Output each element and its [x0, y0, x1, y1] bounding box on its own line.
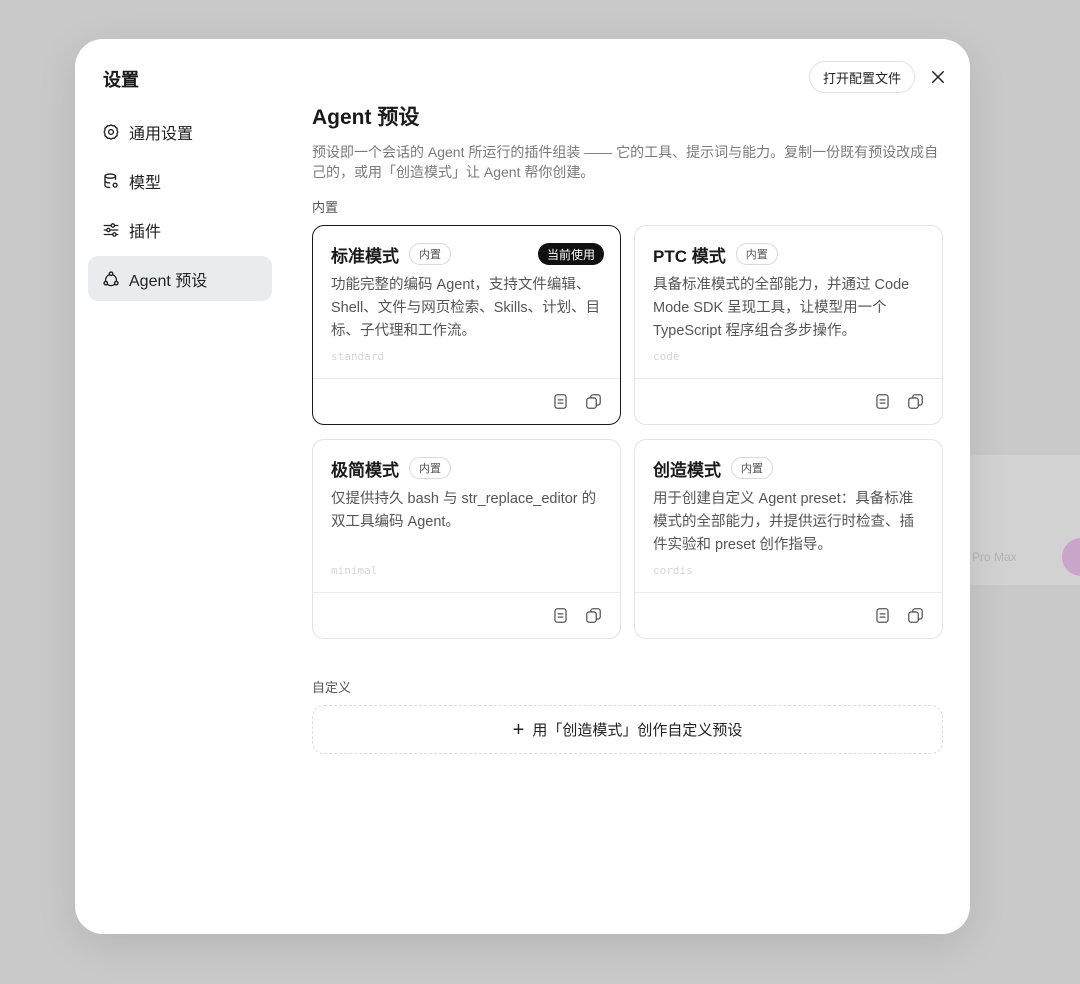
open-config-file-button[interactable]: 打开配置文件	[809, 61, 916, 93]
page-description: 预设即一个会话的 Agent 所运行的插件组装 —— 它的工具、提示词与能力。复…	[312, 144, 939, 180]
preset-description: 具备标准模式的全部能力，并通过 Code Mode SDK 呈现工具，让模型用一…	[653, 277, 910, 339]
page-title: Agent 预设	[312, 106, 420, 129]
builtin-section-label: 内置	[312, 200, 339, 215]
view-document-icon[interactable]	[873, 606, 892, 625]
database-icon	[102, 172, 120, 190]
builtin-tag: 内置	[409, 457, 451, 479]
sidebar-item-models[interactable]: 模型	[88, 158, 272, 203]
sidebar-item-plugins[interactable]: 插件	[88, 207, 272, 252]
preset-description: 功能完整的编码 Agent，支持文件编辑、Shell、文件与网页检索、Skill…	[331, 277, 601, 339]
sidebar-item-general[interactable]: 通用设置	[88, 109, 272, 154]
sidebar-item-agent-presets[interactable]: Agent 预设	[88, 256, 272, 301]
preset-title: 标准模式	[331, 246, 399, 266]
card-divider	[635, 592, 942, 593]
builtin-tag: 内置	[735, 243, 778, 265]
sidebar-item-label: 通用设置	[129, 125, 194, 143]
sidebar-title: 设置	[103, 70, 139, 90]
preset-title: 创造模式	[653, 460, 721, 480]
background-model-label: Pro Max	[972, 550, 1017, 564]
card-divider	[635, 378, 942, 379]
preset-card-standard[interactable]: 标准模式 内置 当前使用 功能完整的编码 Agent，支持文件编辑、Shell、…	[312, 225, 621, 425]
preset-card-minimal[interactable]: 极简模式 内置 仅提供持久 bash 与 str_replace_editor …	[312, 439, 621, 639]
preset-id: code	[653, 350, 680, 363]
copy-icon[interactable]	[584, 392, 603, 411]
preset-card-ptc[interactable]: PTC 模式 内置 具备标准模式的全部能力，并通过 Code Mode SDK …	[634, 225, 943, 425]
preset-id: cordis	[653, 564, 693, 577]
view-document-icon[interactable]	[551, 392, 570, 411]
preset-title: PTC 模式	[653, 246, 726, 266]
preset-card-creator[interactable]: 创造模式 内置 用于创建自定义 Agent preset：具备标准模式的全部能力…	[634, 439, 943, 639]
copy-icon[interactable]	[906, 606, 925, 625]
current-in-use-badge: 当前使用	[537, 243, 604, 265]
builtin-tag: 内置	[731, 457, 773, 479]
preset-id: standard	[331, 350, 384, 363]
copy-icon[interactable]	[584, 606, 603, 625]
preset-description: 用于创建自定义 Agent preset：具备标准模式的全部能力，并提供运行时检…	[653, 491, 914, 553]
create-button-label: 用「创造模式」创作自定义预设	[532, 722, 743, 739]
preset-id: minimal	[331, 564, 378, 577]
preset-title: 极简模式	[331, 460, 399, 480]
sidebar-item-label: Agent 预设	[129, 272, 208, 290]
custom-section-label: 自定义	[312, 680, 352, 695]
sidebar-item-label: 插件	[129, 223, 162, 241]
agent-icon	[102, 270, 120, 288]
view-document-icon[interactable]	[873, 392, 892, 411]
sliders-icon	[102, 221, 120, 239]
gear-icon	[102, 123, 120, 141]
background-panel	[960, 455, 1080, 585]
close-icon[interactable]	[927, 66, 949, 88]
builtin-tag: 内置	[409, 243, 451, 265]
plus-icon: +	[512, 718, 525, 741]
create-custom-preset-button[interactable]: + 用「创造模式」创作自定义预设	[312, 705, 943, 754]
copy-icon[interactable]	[906, 392, 925, 411]
view-document-icon[interactable]	[551, 606, 570, 625]
card-divider	[313, 378, 620, 379]
settings-dialog: 设置 通用设置 模型 插件 Agent 预设 打开配置文件 Agent 预设 预…	[75, 39, 970, 934]
preset-description: 仅提供持久 bash 与 str_replace_editor 的双工具编码 A…	[331, 491, 597, 530]
sidebar-item-label: 模型	[129, 174, 162, 192]
card-divider	[313, 592, 620, 593]
settings-nav: 通用设置 模型 插件 Agent 预设	[88, 109, 272, 305]
